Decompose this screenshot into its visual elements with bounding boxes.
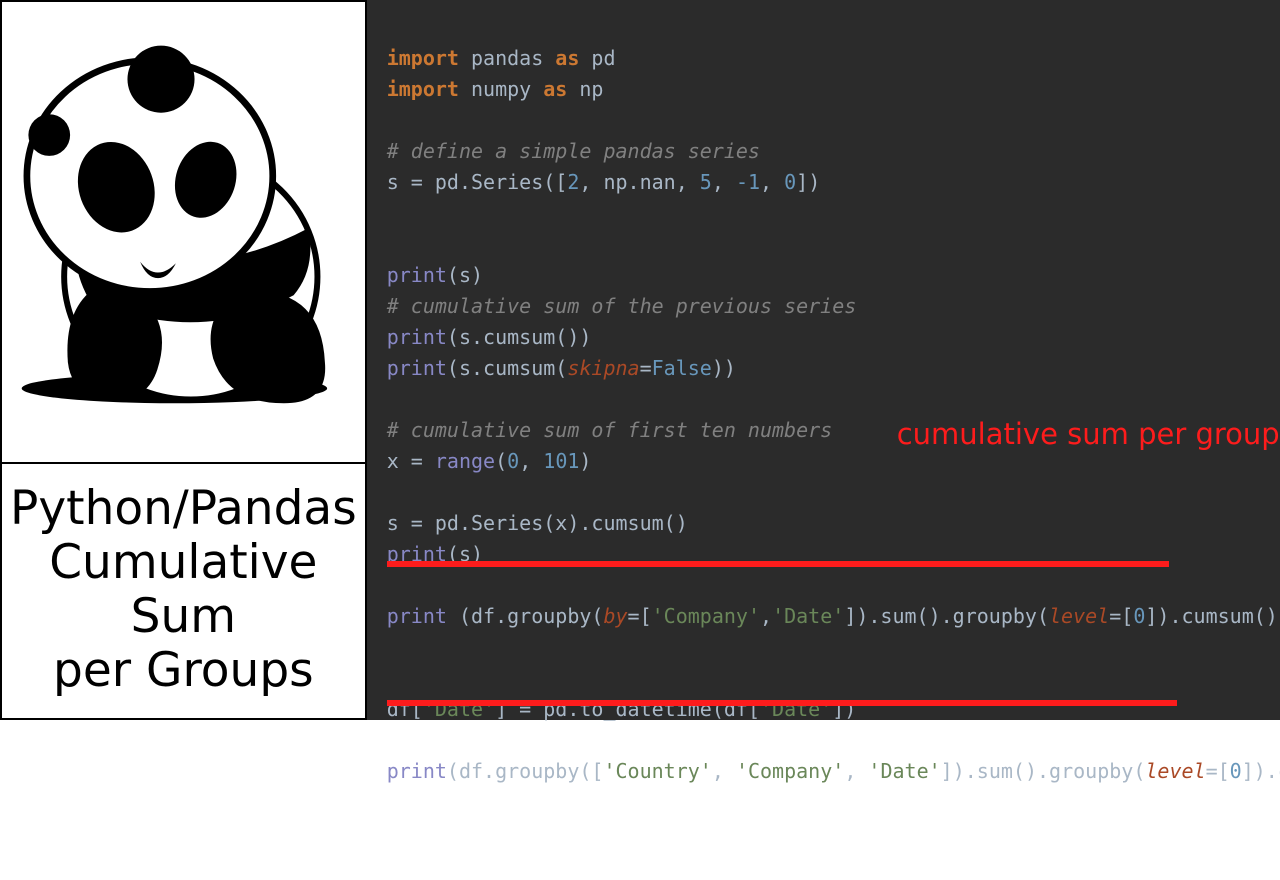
title-line-3: per Groups [10, 644, 357, 698]
code-line: print(s) [387, 263, 483, 287]
red-underline-2 [387, 700, 1177, 706]
code-line: s = pd.Series([2, np.nan, 5, -1, 0]) [387, 170, 821, 194]
code-comment: # cumulative sum of first ten numbers [387, 418, 833, 442]
code-line: import numpy as np [387, 77, 604, 101]
title-line-2: Cumulative Sum [10, 536, 357, 644]
red-underline-1 [387, 561, 1169, 567]
code-line: import pandas as pd [387, 46, 616, 70]
left-panel: Python/Pandas Cumulative Sum per Groups [0, 0, 367, 720]
code-line: print(s.cumsum()) [387, 325, 592, 349]
code-line: s = pd.Series(x).cumsum() [387, 511, 688, 535]
code-line: print (df.groupby(by=['Company','Date'])… [387, 604, 1280, 628]
code-comment: # cumulative sum of the previous series [387, 294, 857, 318]
title-box: Python/Pandas Cumulative Sum per Groups [2, 462, 365, 718]
code-line: print(df.groupby(['Country', 'Company', … [387, 759, 1280, 783]
red-annotation: cumulative sum per groups [897, 412, 1280, 457]
title-line-1: Python/Pandas [10, 482, 357, 536]
code-line: print(s.cumsum(skipna=False)) [387, 356, 736, 380]
code-editor: import pandas as pd import numpy as np #… [367, 0, 1280, 720]
code-line: x = range(0, 101) [387, 449, 592, 473]
code-comment: # define a simple pandas series [387, 139, 760, 163]
panda-illustration [2, 2, 365, 462]
